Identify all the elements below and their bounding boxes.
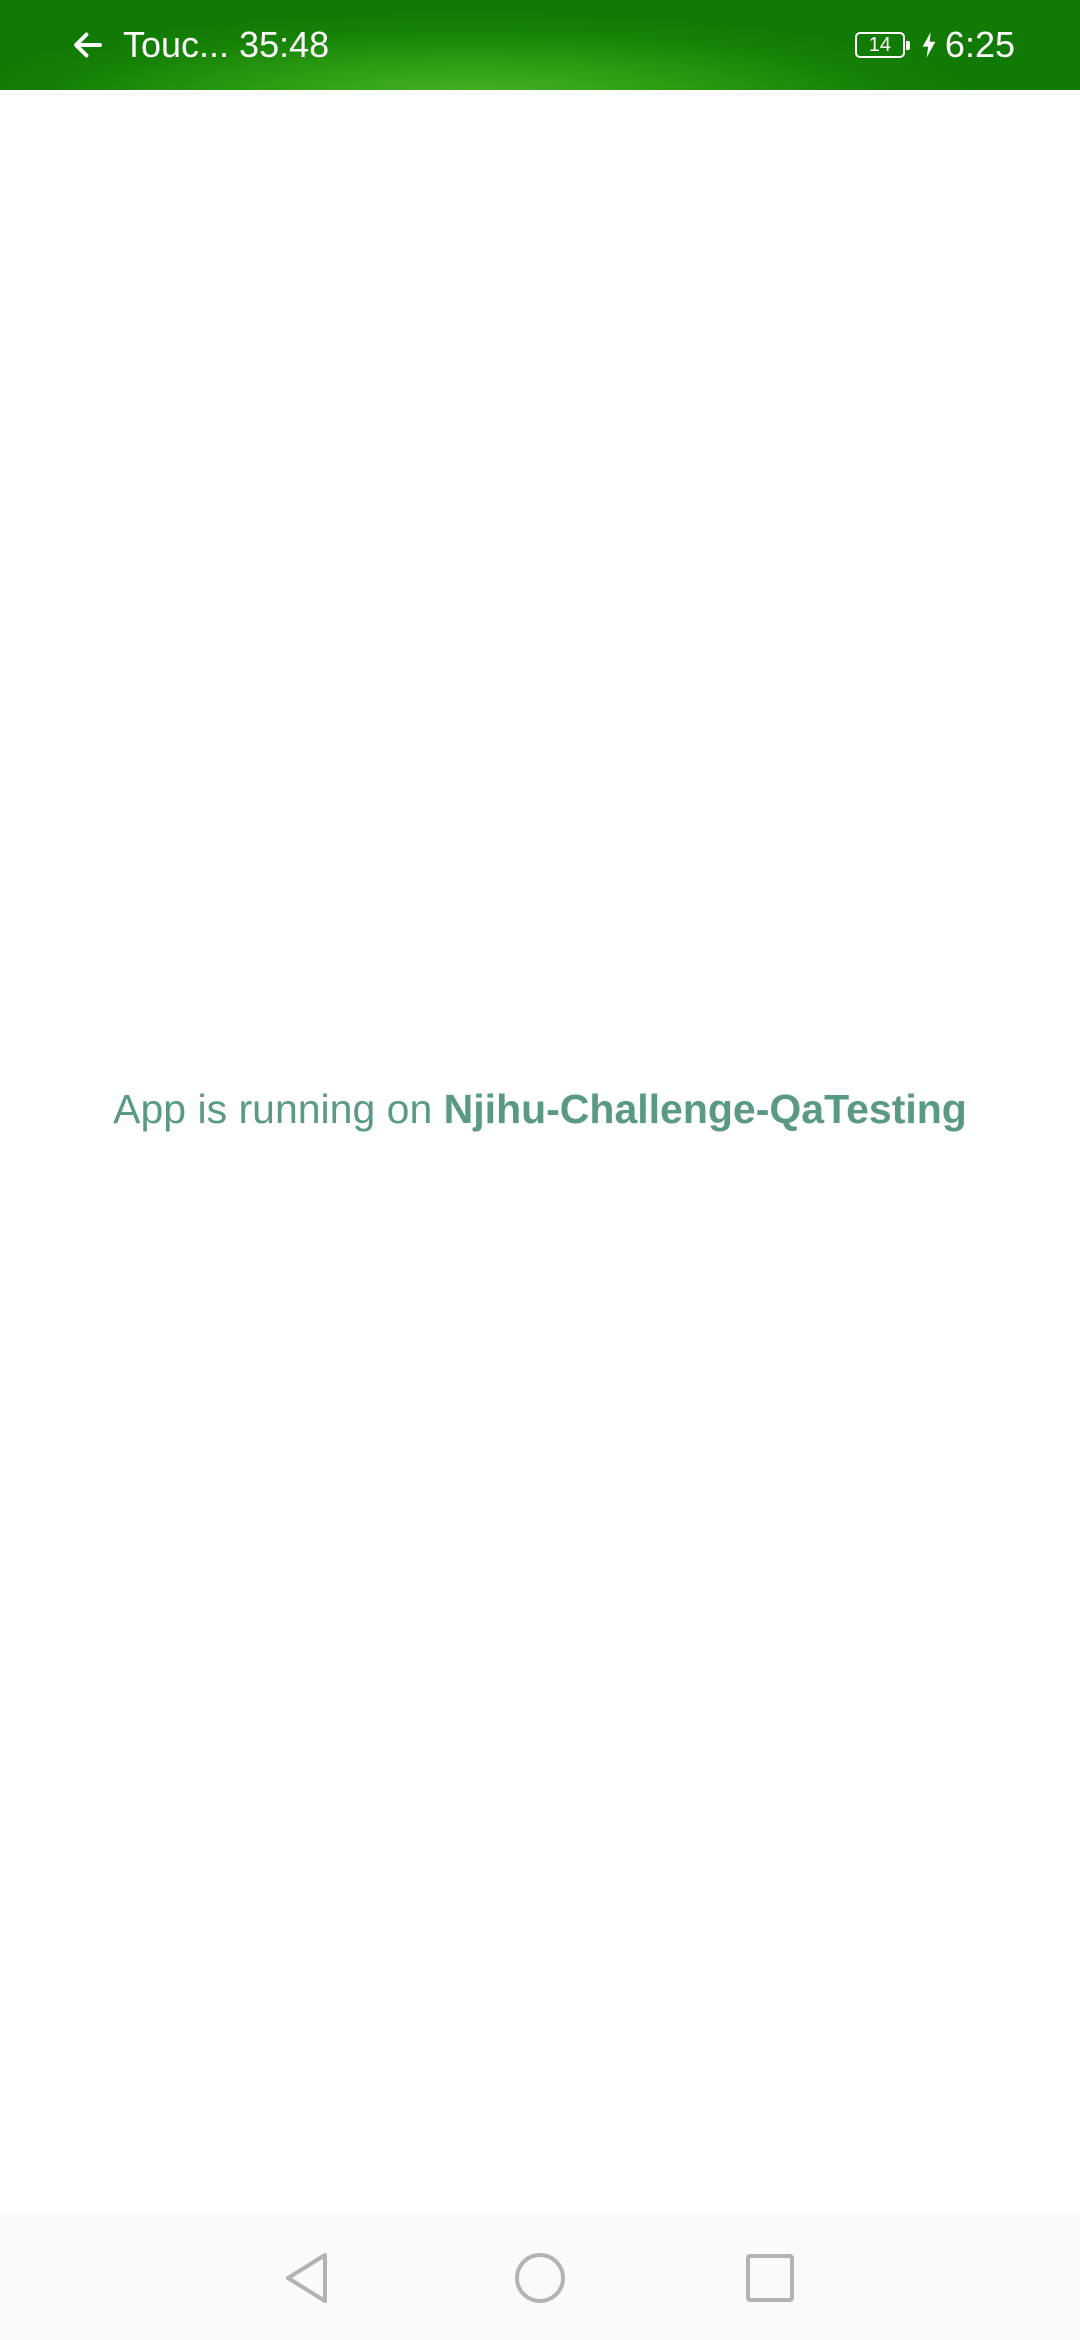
system-navigation-bar <box>0 2215 1080 2340</box>
app-running-message: App is running on Njihu-Challenge-QaTest… <box>0 1082 1080 1136</box>
project-name: Njihu-Challenge-QaTesting <box>443 1086 967 1132</box>
lightning-bolt-icon <box>922 32 936 58</box>
call-status-title[interactable]: Touc... 35:48 <box>123 22 329 68</box>
square-recents-icon[interactable] <box>742 2250 798 2306</box>
message-prefix: App is running on <box>113 1086 444 1132</box>
triangle-back-icon[interactable] <box>281 2250 337 2306</box>
status-indicators: 14 6:25 <box>854 22 1015 68</box>
app-screen: Touc... 35:48 14 6:25 App is running on … <box>0 0 1080 2340</box>
battery-level: 14 <box>868 34 892 56</box>
status-bar: Touc... 35:48 14 6:25 <box>0 0 1080 90</box>
circle-home-icon[interactable] <box>512 2250 568 2306</box>
arrow-left-icon[interactable] <box>70 27 106 63</box>
battery-icon: 14 <box>854 32 910 58</box>
clock: 6:25 <box>944 24 1015 65</box>
